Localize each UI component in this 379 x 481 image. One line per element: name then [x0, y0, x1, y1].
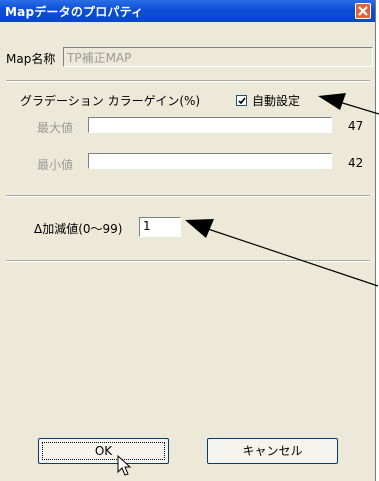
- annotation-arrow-line-2: [204, 227, 379, 287]
- annotation-arrow-head-1: [318, 93, 346, 110]
- annotation-arrows: [185, 93, 379, 287]
- annotation-arrow-head-2: [185, 219, 214, 238]
